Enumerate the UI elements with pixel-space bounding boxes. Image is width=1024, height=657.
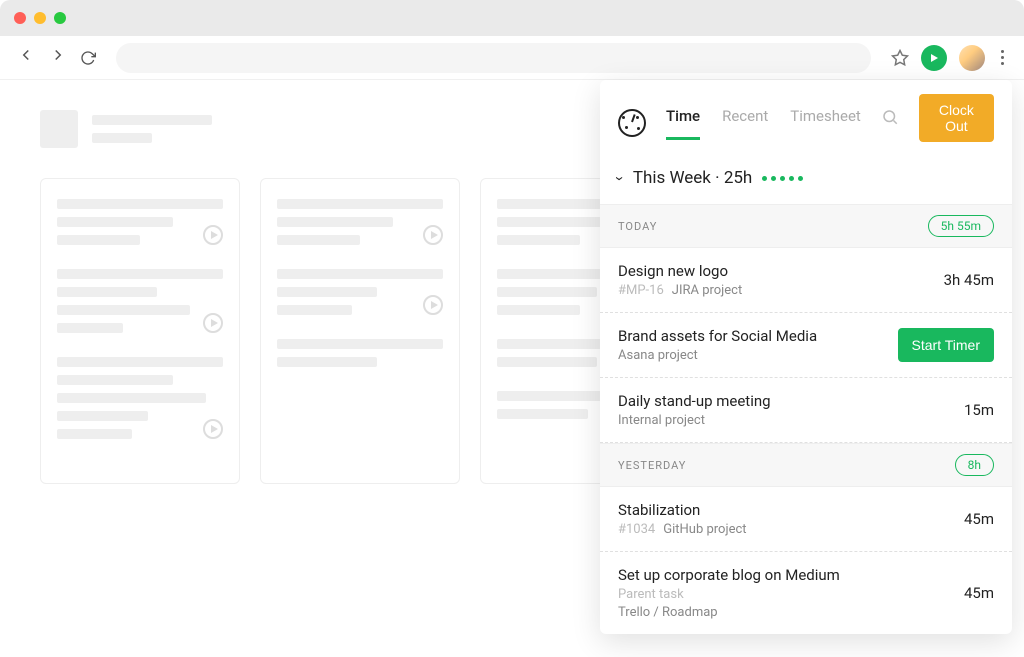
task-title: Stabilization <box>618 501 747 519</box>
task-time: 45m <box>964 584 994 602</box>
minimize-window-button[interactable] <box>34 12 46 24</box>
bookmark-star-icon[interactable] <box>891 49 909 67</box>
play-icon <box>423 295 443 315</box>
placeholder-line <box>92 115 212 125</box>
section-total-badge: 8h <box>955 454 994 476</box>
play-icon <box>203 225 223 245</box>
task-row[interactable]: Daily stand-up meeting Internal project … <box>600 378 1012 443</box>
task-time: 45m <box>964 510 994 528</box>
task-title: Brand assets for Social Media <box>618 327 817 345</box>
app-logo-icon <box>618 109 646 137</box>
tab-time[interactable]: Time <box>666 107 700 140</box>
task-parent: Parent task <box>618 587 840 602</box>
maximize-window-button[interactable] <box>54 12 66 24</box>
summary-label: This Week · 25h <box>633 168 752 188</box>
play-icon <box>423 225 443 245</box>
task-tag: #1034 <box>618 522 655 537</box>
task-project: JIRA project <box>672 283 742 298</box>
task-title: Set up corporate blog on Medium <box>618 566 840 584</box>
placeholder-avatar <box>40 110 78 148</box>
task-row[interactable]: Stabilization #1034 GitHub project 45m <box>600 487 1012 552</box>
task-tag: #MP-16 <box>618 283 664 298</box>
section-label: TODAY <box>618 220 657 233</box>
profile-avatar[interactable] <box>959 45 985 71</box>
section-header-yesterday: YESTERDAY 8h <box>600 443 1012 487</box>
task-time: 15m <box>964 401 994 419</box>
placeholder-line <box>92 133 152 143</box>
page-content: Time Recent Timesheet Clock Out › This W… <box>0 80 1024 657</box>
task-project: Trello / Roadmap <box>618 605 718 620</box>
play-icon <box>203 313 223 333</box>
task-time: 3h 45m <box>944 271 994 289</box>
time-tracker-panel: Time Recent Timesheet Clock Out › This W… <box>600 80 1012 634</box>
back-button[interactable] <box>16 46 36 69</box>
url-bar[interactable] <box>116 43 871 73</box>
week-progress-dots <box>762 176 803 181</box>
task-project: GitHub project <box>663 522 746 537</box>
panel-header: Time Recent Timesheet Clock Out <box>600 80 1012 152</box>
section-header-today: TODAY 5h 55m <box>600 204 1012 248</box>
browser-toolbar <box>0 36 1024 80</box>
chevron-down-icon: › <box>611 176 630 181</box>
section-label: YESTERDAY <box>618 459 686 472</box>
placeholder-column <box>40 178 240 484</box>
clock-out-button[interactable]: Clock Out <box>919 94 994 142</box>
tab-timesheet[interactable]: Timesheet <box>790 107 861 140</box>
reload-button[interactable] <box>80 50 96 66</box>
task-title: Daily stand-up meeting <box>618 392 771 410</box>
week-summary[interactable]: › This Week · 25h <box>600 152 1012 204</box>
start-timer-button[interactable]: Start Timer <box>898 328 994 362</box>
forward-button[interactable] <box>48 46 68 69</box>
play-icon <box>203 419 223 439</box>
search-icon[interactable] <box>881 108 899 138</box>
task-title: Design new logo <box>618 262 742 280</box>
tab-recent[interactable]: Recent <box>722 107 768 140</box>
task-row[interactable]: Set up corporate blog on Medium Parent t… <box>600 552 1012 634</box>
browser-menu-button[interactable] <box>997 46 1008 69</box>
panel-tabs: Time Recent Timesheet <box>666 107 861 140</box>
placeholder-column <box>260 178 460 484</box>
task-row[interactable]: Brand assets for Social Media Asana proj… <box>600 313 1012 378</box>
section-total-badge: 5h 55m <box>928 215 994 237</box>
task-row[interactable]: Design new logo #MP-16 JIRA project 3h 4… <box>600 248 1012 313</box>
extension-play-button[interactable] <box>921 45 947 71</box>
task-project: Internal project <box>618 413 705 428</box>
close-window-button[interactable] <box>14 12 26 24</box>
browser-titlebar <box>0 0 1024 36</box>
task-project: Asana project <box>618 348 698 363</box>
